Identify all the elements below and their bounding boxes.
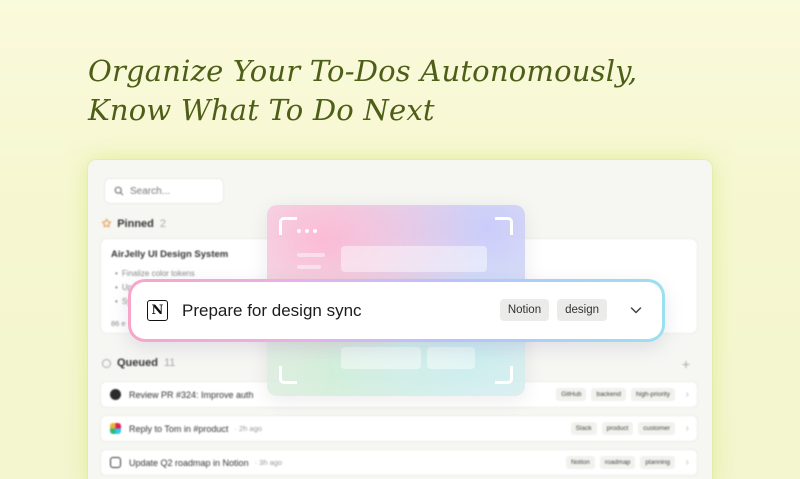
window-dots (297, 229, 317, 233)
tag: GitHub (556, 388, 587, 401)
queued-section-header[interactable]: Queued 11 (102, 357, 175, 369)
pinned-count: 2 (159, 217, 167, 230)
tag: backend (591, 388, 627, 401)
pinned-section-header[interactable]: ✩ Pinned 2 (102, 217, 167, 231)
tag: planning (640, 456, 675, 469)
tag: product (601, 422, 634, 435)
corner-bracket-icon (495, 217, 513, 235)
notion-logo-icon: N (147, 300, 168, 321)
tag: roadmap (599, 456, 636, 469)
add-icon[interactable]: + (682, 356, 690, 372)
queued-item-time: · 3h ago (254, 458, 283, 467)
notion-icon (110, 457, 121, 468)
tag: customer (638, 422, 675, 435)
ghost-block (341, 347, 421, 369)
search-placeholder: Search... (130, 185, 171, 197)
tag: high-priority (631, 388, 675, 401)
ghost-block (341, 246, 487, 272)
corner-bracket-icon (279, 217, 297, 235)
queued-count: 11 (163, 357, 176, 369)
tag-design: design (557, 299, 607, 321)
pinned-card-title: AirJelly UI Design System (111, 249, 229, 260)
ghost-line (297, 265, 321, 269)
github-icon (110, 389, 121, 400)
pinned-label: Pinned (117, 217, 154, 230)
corner-bracket-icon (279, 366, 297, 384)
queued-item[interactable]: Update Q2 roadmap in Notion · 3h ago Not… (100, 449, 698, 476)
pinned-card-meta: 86 e (111, 319, 126, 328)
chevron-down-icon[interactable] (630, 304, 642, 316)
queued-item-text: Update Q2 roadmap in Notion (129, 457, 249, 468)
queued-item-time: · 2h ago (234, 424, 262, 433)
focused-task-tags: Notion design (499, 299, 607, 321)
ghost-block (427, 347, 475, 369)
queued-item[interactable]: Reply to Tom in #product · 2h ago Slack … (100, 415, 698, 442)
search-icon (114, 186, 124, 196)
queued-label: Queued (117, 357, 158, 369)
chevron-right-icon[interactable]: › (686, 457, 689, 468)
focused-task-card[interactable]: N Prepare for design sync Notion design (128, 279, 665, 342)
chevron-right-icon[interactable]: › (686, 389, 689, 400)
ghost-line (297, 253, 325, 257)
search-input[interactable]: Search... (104, 178, 224, 204)
queue-circle-icon (102, 358, 111, 368)
tag: Slack (570, 422, 597, 435)
queued-item-text: Review PR #324: Improve auth (129, 389, 254, 400)
queued-item-text: Reply to Tom in #product (129, 423, 229, 434)
slack-icon (110, 423, 121, 434)
hero-headline: Organize Your To-Dos Autonomously, Know … (88, 52, 637, 130)
tag-notion: Notion (499, 299, 550, 321)
chevron-right-icon[interactable]: › (686, 423, 689, 434)
focused-task-title: Prepare for design sync (182, 300, 362, 320)
tag: Notion (565, 456, 595, 469)
pin-icon: ✩ (102, 218, 112, 230)
headline-line-1: Organize Your To-Dos Autonomously, (88, 54, 638, 88)
corner-bracket-icon (495, 366, 513, 384)
headline-line-2: Know What To Do Next (88, 93, 435, 127)
